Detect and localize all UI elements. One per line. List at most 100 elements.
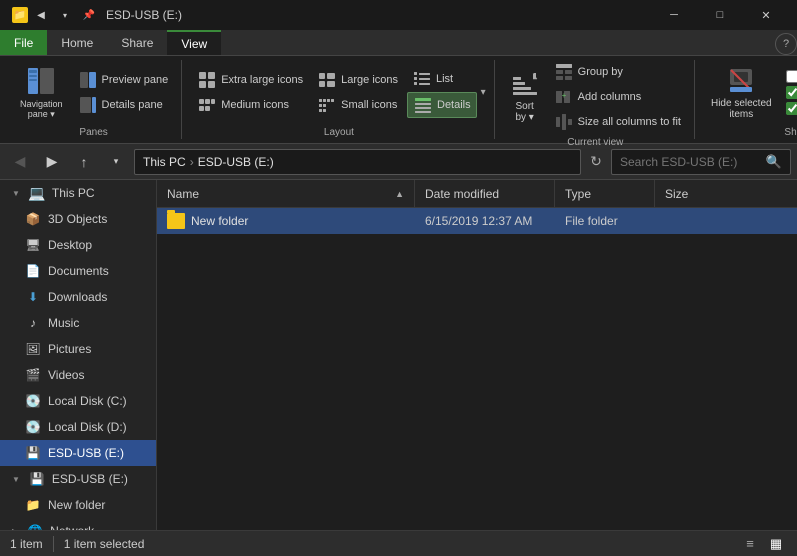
close-button[interactable]: ✕ bbox=[743, 0, 789, 30]
file-row-type-cell: File folder bbox=[555, 214, 655, 228]
details-pane-icon bbox=[78, 95, 98, 115]
maximize-button[interactable]: □ bbox=[697, 0, 743, 30]
add-columns-label: Add columns bbox=[578, 91, 642, 103]
sidebar-item-music[interactable]: ♪ Music bbox=[0, 310, 156, 336]
esde2-icon: 💾 bbox=[28, 470, 46, 488]
file-name-extensions-checkbox[interactable] bbox=[786, 86, 797, 99]
list-label: List bbox=[436, 73, 453, 85]
breadcrumb-drive[interactable]: ESD-USB (E:) bbox=[198, 155, 274, 169]
sidebar-item-esde[interactable]: 💾 ESD-USB (E:) bbox=[0, 440, 156, 466]
item-check-boxes-row[interactable]: Item check boxes bbox=[782, 69, 797, 84]
newfolder-sidebar-icon: 📁 bbox=[24, 496, 42, 514]
help-btn[interactable]: ? bbox=[775, 33, 797, 55]
sidebar-item-locald[interactable]: 💽 Local Disk (D:) bbox=[0, 414, 156, 440]
qa-pin[interactable]: 📌 bbox=[78, 4, 100, 26]
panes-col: Preview pane Details pane bbox=[73, 68, 174, 117]
layout-col1: Extra large icons Medium icons bbox=[192, 68, 308, 117]
list-button[interactable]: List bbox=[407, 67, 477, 91]
sidebar-item-3dobjects[interactable]: 📦 3D Objects bbox=[0, 206, 156, 232]
breadcrumb[interactable]: This PC › ESD-USB (E:) bbox=[134, 149, 581, 175]
small-icons-label: Small icons bbox=[341, 99, 397, 111]
window-title: ESD-USB (E:) bbox=[106, 8, 182, 22]
sidebar-item-thispc[interactable]: ▼ 💻 This PC bbox=[0, 180, 156, 206]
sidebar-item-desktop[interactable]: 🖥 Desktop bbox=[0, 232, 156, 258]
hidden-items-row[interactable]: Hidden items bbox=[782, 101, 797, 116]
tab-file[interactable]: File bbox=[0, 30, 47, 55]
esde-icon: 💾 bbox=[24, 444, 42, 462]
sidebar-item-documents[interactable]: 📄 Documents bbox=[0, 258, 156, 284]
file-row-name-cell: New folder bbox=[157, 213, 415, 229]
downloads-icon: ⬇ bbox=[24, 288, 42, 306]
qa-back[interactable]: ◀ bbox=[30, 4, 52, 26]
file-header: Name ▲ Date modified Type Size bbox=[157, 180, 797, 208]
col-type-label: Type bbox=[565, 187, 591, 201]
tab-home[interactable]: Home bbox=[47, 30, 107, 55]
thispc-icon: 💻 bbox=[28, 184, 46, 202]
navigation-pane-button[interactable]: Navigationpane ▾ bbox=[14, 62, 69, 123]
file-list: New folder 6/15/2019 12:37 AM File folde… bbox=[157, 208, 797, 530]
ribbon-group-panes: Navigationpane ▾ Preview pane bbox=[6, 60, 182, 139]
preview-pane-icon bbox=[78, 70, 98, 90]
search-bar[interactable]: 🔍 bbox=[611, 149, 791, 175]
file-row-newfolder[interactable]: New folder 6/15/2019 12:37 AM File folde… bbox=[157, 208, 797, 234]
details-button[interactable]: Details bbox=[407, 92, 477, 118]
group-by-button[interactable]: Group by bbox=[549, 60, 686, 84]
qa-forward[interactable]: ▾ bbox=[54, 4, 76, 26]
medium-icons-button[interactable]: Medium icons bbox=[192, 93, 308, 117]
sidebar-item-localc[interactable]: 💽 Local Disk (C:) bbox=[0, 388, 156, 414]
sidebar-item-downloads[interactable]: ⬇ Downloads bbox=[0, 284, 156, 310]
large-icons-button[interactable]: Large icons bbox=[312, 68, 403, 92]
sidebar-item-videos[interactable]: 🎬 Videos bbox=[0, 362, 156, 388]
size-columns-button[interactable]: Size all columns to fit bbox=[549, 110, 686, 134]
layout-more[interactable]: ▾ bbox=[481, 87, 486, 98]
sort-asc-icon: ▲ bbox=[395, 189, 404, 199]
col-header-type[interactable]: Type bbox=[555, 180, 655, 207]
hidden-items-checkbox[interactable] bbox=[786, 102, 797, 115]
file-pane: Name ▲ Date modified Type Size New folde… bbox=[157, 180, 797, 530]
up-button[interactable]: ↑ bbox=[70, 148, 98, 176]
downloads-label: Downloads bbox=[48, 290, 107, 304]
extra-large-icons-button[interactable]: Extra large icons bbox=[192, 68, 308, 92]
nav-bar: ◀ ▶ ↑ ▾ This PC › ESD-USB (E:) ↻ 🔍 bbox=[0, 144, 797, 180]
preview-pane-label: Preview pane bbox=[102, 74, 169, 86]
hide-selected-icon bbox=[725, 64, 757, 96]
hide-selected-button[interactable]: Hide selecteditems bbox=[705, 61, 778, 123]
col-header-name[interactable]: Name ▲ bbox=[157, 180, 415, 207]
sort-by-button[interactable]: Sortby ▾ bbox=[505, 67, 545, 127]
list-icon bbox=[412, 69, 432, 89]
sidebar-item-network[interactable]: ▶ 🌐 Network bbox=[0, 518, 156, 530]
view-list-button[interactable]: ≡ bbox=[739, 533, 761, 555]
details-pane-button[interactable]: Details pane bbox=[73, 93, 174, 117]
network-expand: ▶ bbox=[12, 527, 18, 531]
col-header-size[interactable]: Size bbox=[655, 180, 797, 207]
breadcrumb-thispc[interactable]: This PC bbox=[143, 155, 186, 169]
preview-pane-button[interactable]: Preview pane bbox=[73, 68, 174, 92]
sidebar-item-pictures[interactable]: 🖼 Pictures bbox=[0, 336, 156, 362]
minimize-button[interactable]: ─ bbox=[651, 0, 697, 30]
status-selected: 1 item selected bbox=[64, 537, 145, 551]
app-icon: 📁 bbox=[12, 7, 28, 23]
sidebar-item-newfolder[interactable]: 📁 New folder bbox=[0, 492, 156, 518]
col-header-date[interactable]: Date modified bbox=[415, 180, 555, 207]
refresh-button[interactable]: ↻ bbox=[585, 151, 607, 173]
pictures-icon: 🖼 bbox=[24, 340, 42, 358]
recent-button[interactable]: ▾ bbox=[102, 148, 130, 176]
back-button[interactable]: ◀ bbox=[6, 148, 34, 176]
tab-view[interactable]: View bbox=[167, 30, 221, 55]
sidebar-item-esde2[interactable]: ▼ 💾 ESD-USB (E:) bbox=[0, 466, 156, 492]
forward-button[interactable]: ▶ bbox=[38, 148, 66, 176]
quick-access: 📁 ◀ ▾ 📌 bbox=[12, 4, 100, 26]
view-details-button[interactable]: ▦ bbox=[765, 533, 787, 555]
item-check-boxes-checkbox[interactable] bbox=[786, 70, 797, 83]
search-icon[interactable]: 🔍 bbox=[766, 154, 782, 170]
tab-share[interactable]: Share bbox=[107, 30, 167, 55]
small-icons-button[interactable]: Small icons bbox=[312, 93, 403, 117]
network-icon: 🌐 bbox=[26, 522, 44, 530]
search-input[interactable] bbox=[620, 155, 762, 169]
layout-group-label: Layout bbox=[192, 124, 485, 139]
title-bar-left: 📁 ◀ ▾ 📌 ESD-USB (E:) bbox=[8, 4, 182, 26]
sort-icon-container bbox=[511, 71, 539, 99]
add-columns-button[interactable]: + Add columns bbox=[549, 85, 686, 109]
xl-icons-icon bbox=[197, 70, 217, 90]
file-name-extensions-row[interactable]: File name extensions bbox=[782, 85, 797, 100]
